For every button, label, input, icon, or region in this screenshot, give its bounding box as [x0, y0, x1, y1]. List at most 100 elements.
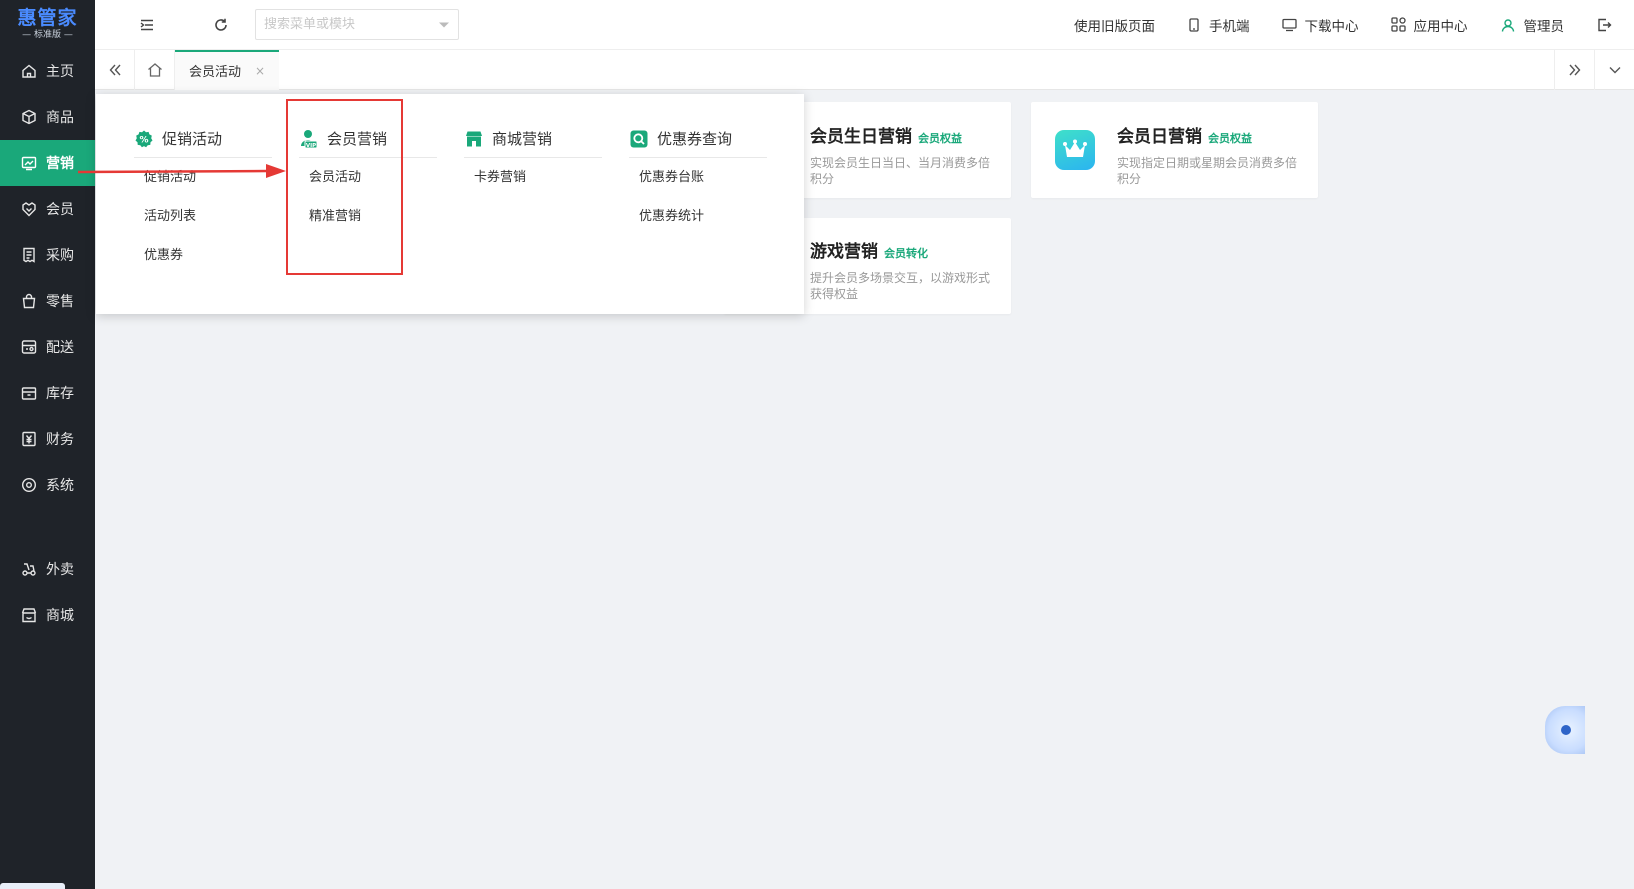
- sidebar-item-inventory[interactable]: 库存: [0, 370, 95, 416]
- tab-member-activity[interactable]: 会员活动 ×: [175, 49, 280, 90]
- menu-item-precision-marketing[interactable]: 精准营销: [309, 207, 431, 246]
- sidebar-item-label: 商品: [46, 110, 74, 126]
- menu-item-activity-list[interactable]: 活动列表: [144, 207, 266, 246]
- menu-column-title: 商城营销: [492, 130, 553, 148]
- sidebar-item-products[interactable]: 商品: [0, 94, 95, 140]
- sidebar-item-label: 零售: [46, 294, 74, 310]
- floating-assistant-button[interactable]: [1545, 706, 1585, 754]
- percent-icon: %: [134, 129, 154, 149]
- logo[interactable]: 惠管家 — 标准版 —: [0, 0, 95, 48]
- tab-home-button[interactable]: [135, 49, 175, 90]
- sidebar-item-label: 配送: [46, 340, 74, 356]
- menu-column-list: 会员活动 精准营销: [299, 168, 431, 246]
- user-menu[interactable]: 管理员: [1500, 15, 1565, 35]
- sidebar-nav: 主页 商品 营销 会员 采购 零售 配送 库存 财务 系统 外卖 商城: [0, 48, 95, 638]
- search-input[interactable]: [264, 17, 438, 32]
- menu-column-coupon-query: 优惠券查询 优惠券台账 优惠券统计: [629, 128, 767, 246]
- sidebar-item-retail[interactable]: 零售: [0, 278, 95, 324]
- tab-bar-right: [1554, 49, 1634, 90]
- refresh-icon: [215, 18, 227, 31]
- app-window: 惠管家 — 标准版 — 主页 商品 营销 会员 采购 零售 配送 库存 财务 系…: [0, 0, 1634, 889]
- menu-column-list: 优惠券台账 优惠券统计: [629, 168, 761, 246]
- menu-item-coupon-ledger[interactable]: 优惠券台账: [639, 168, 761, 207]
- menu-item-coupon[interactable]: 优惠券: [144, 246, 266, 285]
- search-box-icon: [629, 129, 649, 149]
- apps-grid-icon: [1390, 17, 1406, 32]
- tab-label: 会员活动: [189, 65, 242, 80]
- user-name: 管理员: [1523, 18, 1565, 35]
- home-icon: [147, 62, 162, 77]
- tabs-more-button[interactable]: [1594, 49, 1634, 90]
- heart-shield-icon: [20, 200, 38, 218]
- receipt-icon: [20, 246, 38, 264]
- menu-column-header: 商城营销: [464, 128, 602, 158]
- download-center-label: 下载中心: [1304, 18, 1359, 35]
- app-center-link[interactable]: 应用中心: [1390, 15, 1468, 35]
- delivery-icon: [20, 560, 38, 578]
- double-chevron-right-icon: [1568, 64, 1580, 75]
- vip-user-icon: VIP: [299, 129, 319, 149]
- menu-column-list: 促销活动 活动列表 优惠券: [134, 168, 266, 285]
- mobile-label: 手机端: [1209, 18, 1250, 35]
- refresh-button[interactable]: [201, 5, 241, 45]
- sidebar-item-label: 商城: [46, 608, 74, 624]
- tabs-scroll-right-button[interactable]: [1554, 49, 1594, 90]
- tab-bar: 会员活动 ×: [95, 49, 1634, 90]
- header-actions: 使用旧版页面 手机端 下载中心 应用中心 管理员: [1074, 0, 1634, 50]
- old-version-link[interactable]: 使用旧版页面: [1074, 15, 1155, 35]
- sidebar-item-delivery[interactable]: 配送: [0, 324, 95, 370]
- monitor-icon: [1281, 18, 1297, 32]
- chevron-down-icon: [1609, 66, 1620, 73]
- card-member-day-marketing[interactable]: 会员日营销 会员权益 实现指定日期或星期会员消费多倍积分: [1031, 102, 1318, 198]
- menu-column-header: 优惠券查询: [629, 128, 767, 158]
- sidebar-item-finance[interactable]: 财务: [0, 416, 95, 462]
- menu-item-promotion-activity[interactable]: 促销活动: [144, 168, 266, 207]
- storage-icon: [20, 384, 38, 402]
- bag-icon: [20, 292, 38, 310]
- marketing-mega-menu: % 促销活动 促销活动 活动列表 优惠券 VIP 会员营销 会员活动 精准营销: [96, 94, 804, 314]
- card-title: 游戏营销 会员转化: [810, 237, 990, 262]
- shop-icon: [464, 129, 484, 149]
- menu-toggle-button[interactable]: [127, 5, 167, 45]
- sidebar-item-home[interactable]: 主页: [0, 48, 95, 94]
- old-version-label: 使用旧版页面: [1074, 18, 1155, 35]
- svg-text:VIP: VIP: [306, 142, 316, 148]
- sidebar: 惠管家 — 标准版 — 主页 商品 营销 会员 采购 零售 配送 库存 财务 系…: [0, 0, 95, 889]
- mobile-link[interactable]: 手机端: [1187, 15, 1250, 35]
- menu-column-title: 优惠券查询: [657, 130, 733, 148]
- logout-button[interactable]: [1596, 17, 1620, 33]
- download-center-link[interactable]: 下载中心: [1281, 15, 1359, 35]
- sidebar-item-purchase[interactable]: 采购: [0, 232, 95, 278]
- sidebar-gap: [0, 508, 95, 546]
- sidebar-item-members[interactable]: 会员: [0, 186, 95, 232]
- sidebar-item-takeout[interactable]: 外卖: [0, 546, 95, 592]
- store-icon: [20, 606, 38, 624]
- truck-icon: [20, 338, 38, 356]
- sidebar-item-label: 会员: [46, 202, 74, 218]
- card-description: 实现会员生日当日、当月消费多倍积分: [810, 156, 991, 186]
- sidebar-item-marketing[interactable]: 营销: [0, 140, 95, 186]
- sidebar-item-mall[interactable]: 商城: [0, 592, 95, 638]
- sidebar-item-system[interactable]: 系统: [0, 462, 95, 508]
- top-header: 使用旧版页面 手机端 下载中心 应用中心: [95, 0, 1634, 50]
- sidebar-footer-tab[interactable]: [0, 883, 65, 889]
- logo-edition: — 标准版 —: [22, 30, 73, 40]
- sidebar-item-label: 财务: [46, 432, 74, 448]
- menu-item-member-activity[interactable]: 会员活动: [309, 168, 431, 207]
- menu-item-coupon-statistics[interactable]: 优惠券统计: [639, 207, 761, 246]
- card-title-text: 会员生日营销: [810, 127, 912, 147]
- menu-search-select[interactable]: [255, 9, 459, 40]
- yen-icon: [20, 430, 38, 448]
- tab-close-icon[interactable]: ×: [255, 64, 265, 78]
- menu-column-header: % 促销活动: [134, 128, 272, 158]
- menu-column-title: 促销活动: [162, 130, 223, 148]
- card-title: 会员生日营销 会员权益: [810, 122, 990, 147]
- tabs-scroll-left-button[interactable]: [95, 49, 135, 90]
- crown-icon: [1055, 130, 1095, 170]
- home-icon: [20, 62, 38, 80]
- card-title: 会员日营销 会员权益: [1117, 122, 1297, 147]
- logout-icon: [1596, 17, 1612, 33]
- card-badge: 会员权益: [918, 132, 962, 145]
- double-chevron-left-icon: [109, 64, 121, 75]
- menu-item-card-coupon-marketing[interactable]: 卡券营销: [474, 168, 596, 207]
